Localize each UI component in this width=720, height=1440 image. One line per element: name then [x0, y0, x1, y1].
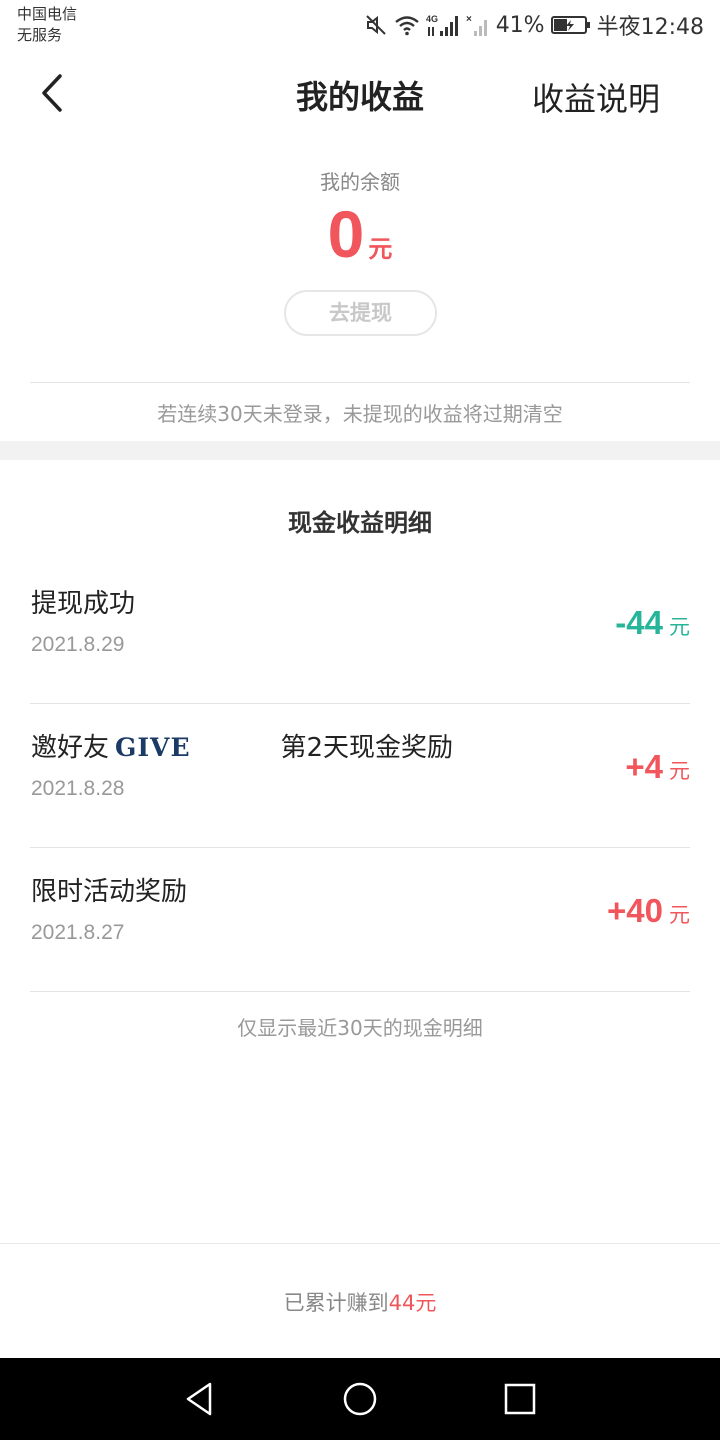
title-bar: 我的收益 收益说明 — [0, 50, 720, 140]
status-bar: 中国电信 无服务 4G × 41% 半夜12:48 — [0, 0, 720, 50]
status-icons: 4G × 41% 半夜12:48 — [364, 8, 704, 42]
record-title: 邀好友 GIVE 第2天现金奖励 — [31, 727, 453, 764]
total-earned: 已累计赚到44元 — [0, 1287, 720, 1317]
earnings-info-link[interactable]: 收益说明 — [532, 74, 660, 120]
balance-unit: 元 — [368, 235, 393, 263]
wifi-icon — [394, 14, 420, 36]
nav-back-button[interactable] — [180, 1379, 220, 1419]
expire-note: 若连续30天未登录，未提现的收益将过期清空 — [157, 402, 563, 426]
record-amount-unit: 元 — [669, 615, 690, 639]
triangle-back-icon — [186, 1382, 212, 1416]
record-divider — [30, 991, 690, 992]
network-type-label: 4G — [426, 14, 438, 24]
record-title: 提现成功 — [31, 589, 136, 619]
details-title: 现金收益明细 — [288, 509, 432, 537]
record-amount-value: +4 — [625, 748, 663, 785]
mute-icon — [364, 13, 388, 37]
record-item[interactable]: 提现成功 2021.8.29 -44 元 — [30, 560, 690, 704]
battery-percent: 41% — [495, 12, 545, 38]
section-separator — [0, 441, 720, 460]
divider — [30, 382, 690, 383]
record-amount: +4 元 — [625, 748, 690, 786]
balance-amount: 0 — [327, 197, 365, 271]
withdraw-button[interactable]: 去提现 — [284, 290, 437, 336]
clock: 半夜12:48 — [596, 15, 704, 40]
record-amount-unit: 元 — [669, 903, 690, 927]
footer-divider — [0, 1243, 720, 1244]
record-title: 限时活动奖励 — [31, 877, 188, 907]
record-amount: +40 元 — [607, 892, 690, 930]
record-title-text: 邀好友 — [31, 733, 110, 763]
record-item[interactable]: 限时活动奖励 2021.8.27 +40 元 — [30, 848, 690, 992]
navigation-bar — [0, 1358, 720, 1440]
svg-text:×: × — [466, 14, 472, 25]
record-date: 2021.8.27 — [31, 921, 125, 944]
circle-home-icon — [343, 1382, 377, 1416]
record-amount-value: -44 — [615, 604, 663, 641]
recent-note: 仅显示最近30天的现金明细 — [237, 1016, 483, 1040]
nav-recents-button[interactable] — [500, 1379, 540, 1419]
give-badge: GIVE — [115, 733, 191, 762]
balance-value: 0元 — [0, 196, 720, 272]
record-title-tail: 第2天现金奖励 — [280, 733, 454, 763]
nav-home-button[interactable] — [340, 1379, 380, 1419]
carrier-name: 中国电信 — [17, 5, 78, 23]
signal-icon: 4G — [426, 13, 460, 37]
record-amount-unit: 元 — [669, 759, 690, 783]
total-earned-label: 已累计赚到 — [283, 1291, 389, 1315]
total-earned-value: 44元 — [388, 1291, 437, 1315]
carrier-service: 无服务 — [17, 26, 63, 44]
balance-label: 我的余额 — [320, 170, 400, 194]
record-date: 2021.8.28 — [31, 777, 125, 800]
record-item[interactable]: 邀好友 GIVE 第2天现金奖励 2021.8.28 +4 元 — [30, 704, 690, 848]
carrier-info: 中国电信 无服务 — [17, 4, 77, 46]
no-signal-icon: × — [466, 13, 490, 37]
record-date: 2021.8.29 — [31, 633, 125, 656]
battery-icon — [550, 14, 591, 36]
record-amount: -44 元 — [615, 604, 690, 642]
square-recents-icon — [504, 1383, 536, 1415]
record-amount-value: +40 — [607, 892, 663, 929]
